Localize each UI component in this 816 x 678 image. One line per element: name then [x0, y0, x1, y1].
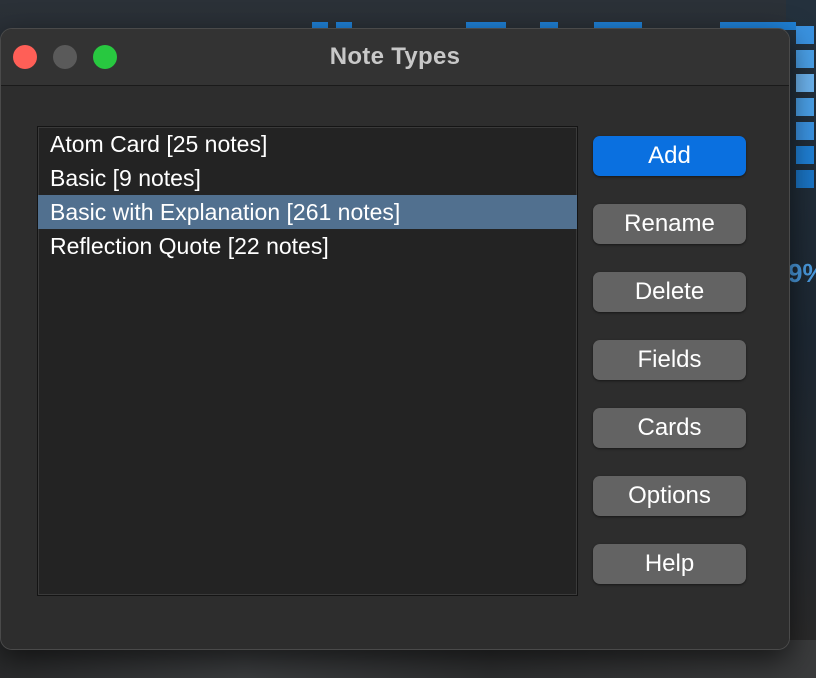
fields-button[interactable]: Fields	[593, 340, 746, 380]
note-types-dialog: Note Types Atom Card [25 notes] Basic [9…	[0, 28, 790, 650]
cards-button[interactable]: Cards	[593, 408, 746, 448]
window-title: Note Types	[329, 43, 461, 70]
delete-button[interactable]: Delete	[593, 272, 746, 312]
background-tile	[796, 74, 814, 92]
background-tile	[796, 170, 814, 188]
note-types-list[interactable]: Atom Card [25 notes] Basic [9 notes] Bas…	[37, 126, 578, 596]
background-tile	[796, 26, 814, 44]
rename-button[interactable]: Rename	[593, 204, 746, 244]
title-bar[interactable]: Note Types	[1, 29, 789, 86]
add-button[interactable]: Add	[593, 136, 746, 176]
dialog-content: Atom Card [25 notes] Basic [9 notes] Bas…	[1, 86, 789, 649]
note-type-item-atom-card[interactable]: Atom Card [25 notes]	[38, 127, 577, 161]
note-type-item-basic-with-explanation[interactable]: Basic with Explanation [261 notes]	[38, 195, 577, 229]
background-tile	[796, 122, 814, 140]
note-type-item-reflection-quote[interactable]: Reflection Quote [22 notes]	[38, 229, 577, 263]
background-percent-text: 9%	[788, 258, 816, 288]
background-tile	[796, 50, 814, 68]
background-tile	[796, 98, 814, 116]
help-button[interactable]: Help	[593, 544, 746, 584]
options-button[interactable]: Options	[593, 476, 746, 516]
background-tile	[796, 146, 814, 164]
note-type-item-basic[interactable]: Basic [9 notes]	[38, 161, 577, 195]
